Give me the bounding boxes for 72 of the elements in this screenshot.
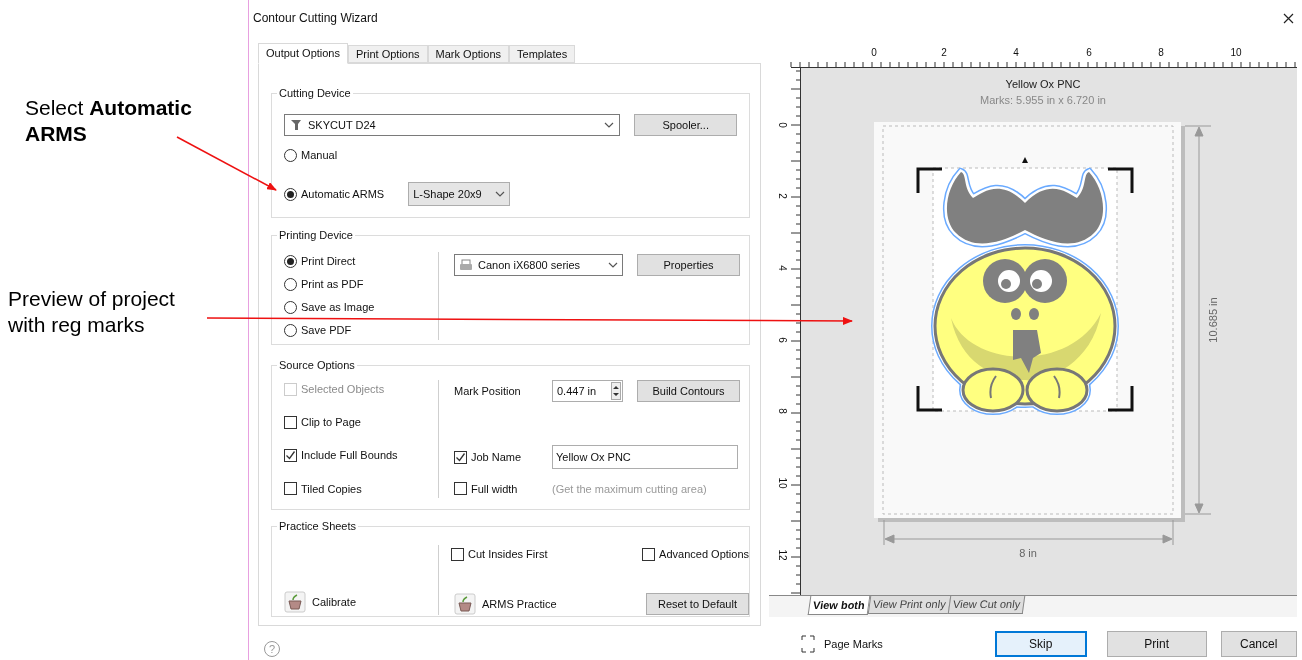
pot-icon — [284, 591, 306, 613]
ruler-label: 12 — [777, 549, 788, 561]
radio-option[interactable]: Automatic ARMS — [284, 185, 385, 203]
cutter-icon — [290, 119, 302, 131]
ruler-label: 6 — [1086, 47, 1092, 58]
spooler-button[interactable]: Spooler... — [634, 114, 737, 136]
dialog-button[interactable]: Skip — [994, 631, 1087, 657]
radio-option[interactable]: Print as PDF — [284, 275, 438, 293]
view-tab[interactable]: View Cut only — [948, 596, 1026, 614]
build-contours-button[interactable]: Build Contours — [637, 380, 740, 402]
page-marks-icon[interactable] — [801, 635, 815, 653]
tab[interactable]: Output Options — [258, 43, 348, 64]
annotation-text: Select Automatic ARMS — [25, 95, 193, 147]
ruler-label: 6 — [777, 337, 788, 343]
field-label: Mark Position — [454, 383, 522, 399]
checkbox-option[interactable]: Advanced Options — [642, 545, 749, 563]
checkbox-option[interactable]: Clip to Page — [284, 413, 438, 432]
height-label: 10.685 in — [1207, 297, 1219, 343]
checkbox-option[interactable]: Job Name — [454, 448, 552, 467]
annotation-text: Preview of project with reg marks — [8, 286, 176, 338]
ruler-label: 10 — [1230, 47, 1242, 58]
chevron-down-icon — [604, 122, 615, 128]
group-heading: Printing Device — [277, 228, 355, 242]
radio-option[interactable]: Save PDF — [284, 321, 438, 339]
checkbox-option[interactable]: Include Full Bounds — [284, 446, 438, 465]
page-marks-label: Page Marks — [824, 636, 883, 652]
ruler-label: 8 — [777, 408, 788, 414]
spinner-arrows-icon — [611, 382, 621, 400]
reset-to-default-button[interactable]: Reset to Default — [646, 593, 749, 615]
printer-dropdown[interactable]: Canon iX6800 series — [454, 254, 623, 276]
calibrate-link[interactable]: Calibrate — [312, 593, 357, 611]
orientation-triangle-icon — [1022, 157, 1028, 163]
radio-option[interactable]: Save as Image — [284, 298, 438, 316]
group-heading: Cutting Device — [277, 86, 353, 100]
tab[interactable]: Print Options — [348, 45, 428, 63]
view-tab[interactable]: View Print only — [867, 596, 951, 614]
arms-practice-link[interactable]: ARMS Practice — [482, 595, 557, 613]
group-heading: Source Options — [277, 358, 357, 372]
ruler-label: 4 — [777, 265, 788, 271]
checkbox-option[interactable]: Tiled Copies — [284, 480, 438, 498]
radio-option[interactable]: Print Direct — [284, 252, 438, 270]
ruler-label: 8 — [1158, 47, 1164, 58]
job-name-field[interactable]: Yellow Ox PNC — [552, 445, 738, 470]
properties-button[interactable]: Properties — [637, 254, 740, 276]
dialog-button[interactable]: Print — [1106, 631, 1207, 657]
chevron-down-icon — [608, 262, 618, 268]
pot-icon — [454, 593, 476, 615]
radio-option[interactable]: Manual — [284, 146, 737, 164]
ruler-label: 10 — [777, 477, 788, 489]
tab[interactable]: Mark Options — [427, 45, 509, 63]
close-icon[interactable] — [1283, 12, 1294, 24]
window-title: Contour Cutting Wizard — [253, 10, 378, 27]
mark-position-field[interactable]: 0.447 in — [552, 380, 623, 402]
printer-icon — [459, 258, 473, 272]
ruler-label: 2 — [777, 193, 788, 199]
width-label: 8 in — [1019, 547, 1037, 559]
ruler-label: 2 — [941, 47, 947, 58]
marks-size-text: Marks: 5.955 in x 6.720 in — [980, 94, 1106, 106]
cutter-dropdown[interactable]: SKYCUT D24 — [284, 114, 621, 136]
group-heading: Practice Sheets — [277, 519, 359, 533]
chevron-down-icon — [495, 191, 506, 197]
ruler-label: 0 — [871, 47, 877, 58]
tab[interactable]: Templates — [509, 45, 576, 63]
view-tab[interactable]: View both — [807, 596, 871, 615]
checkbox-option[interactable]: Full width — [454, 479, 552, 498]
shape-dropdown[interactable]: L-Shape 20x9 — [408, 182, 511, 206]
ruler-label: 4 — [1013, 47, 1019, 58]
dialog-button[interactable]: Cancel — [1220, 631, 1297, 657]
hint-text: (Get the maximum cutting area) — [552, 481, 707, 497]
preview-title: Yellow Ox PNC — [1005, 78, 1081, 90]
checkbox-option[interactable]: Cut Insides First — [451, 545, 548, 563]
ruler-label: 0 — [777, 122, 788, 128]
